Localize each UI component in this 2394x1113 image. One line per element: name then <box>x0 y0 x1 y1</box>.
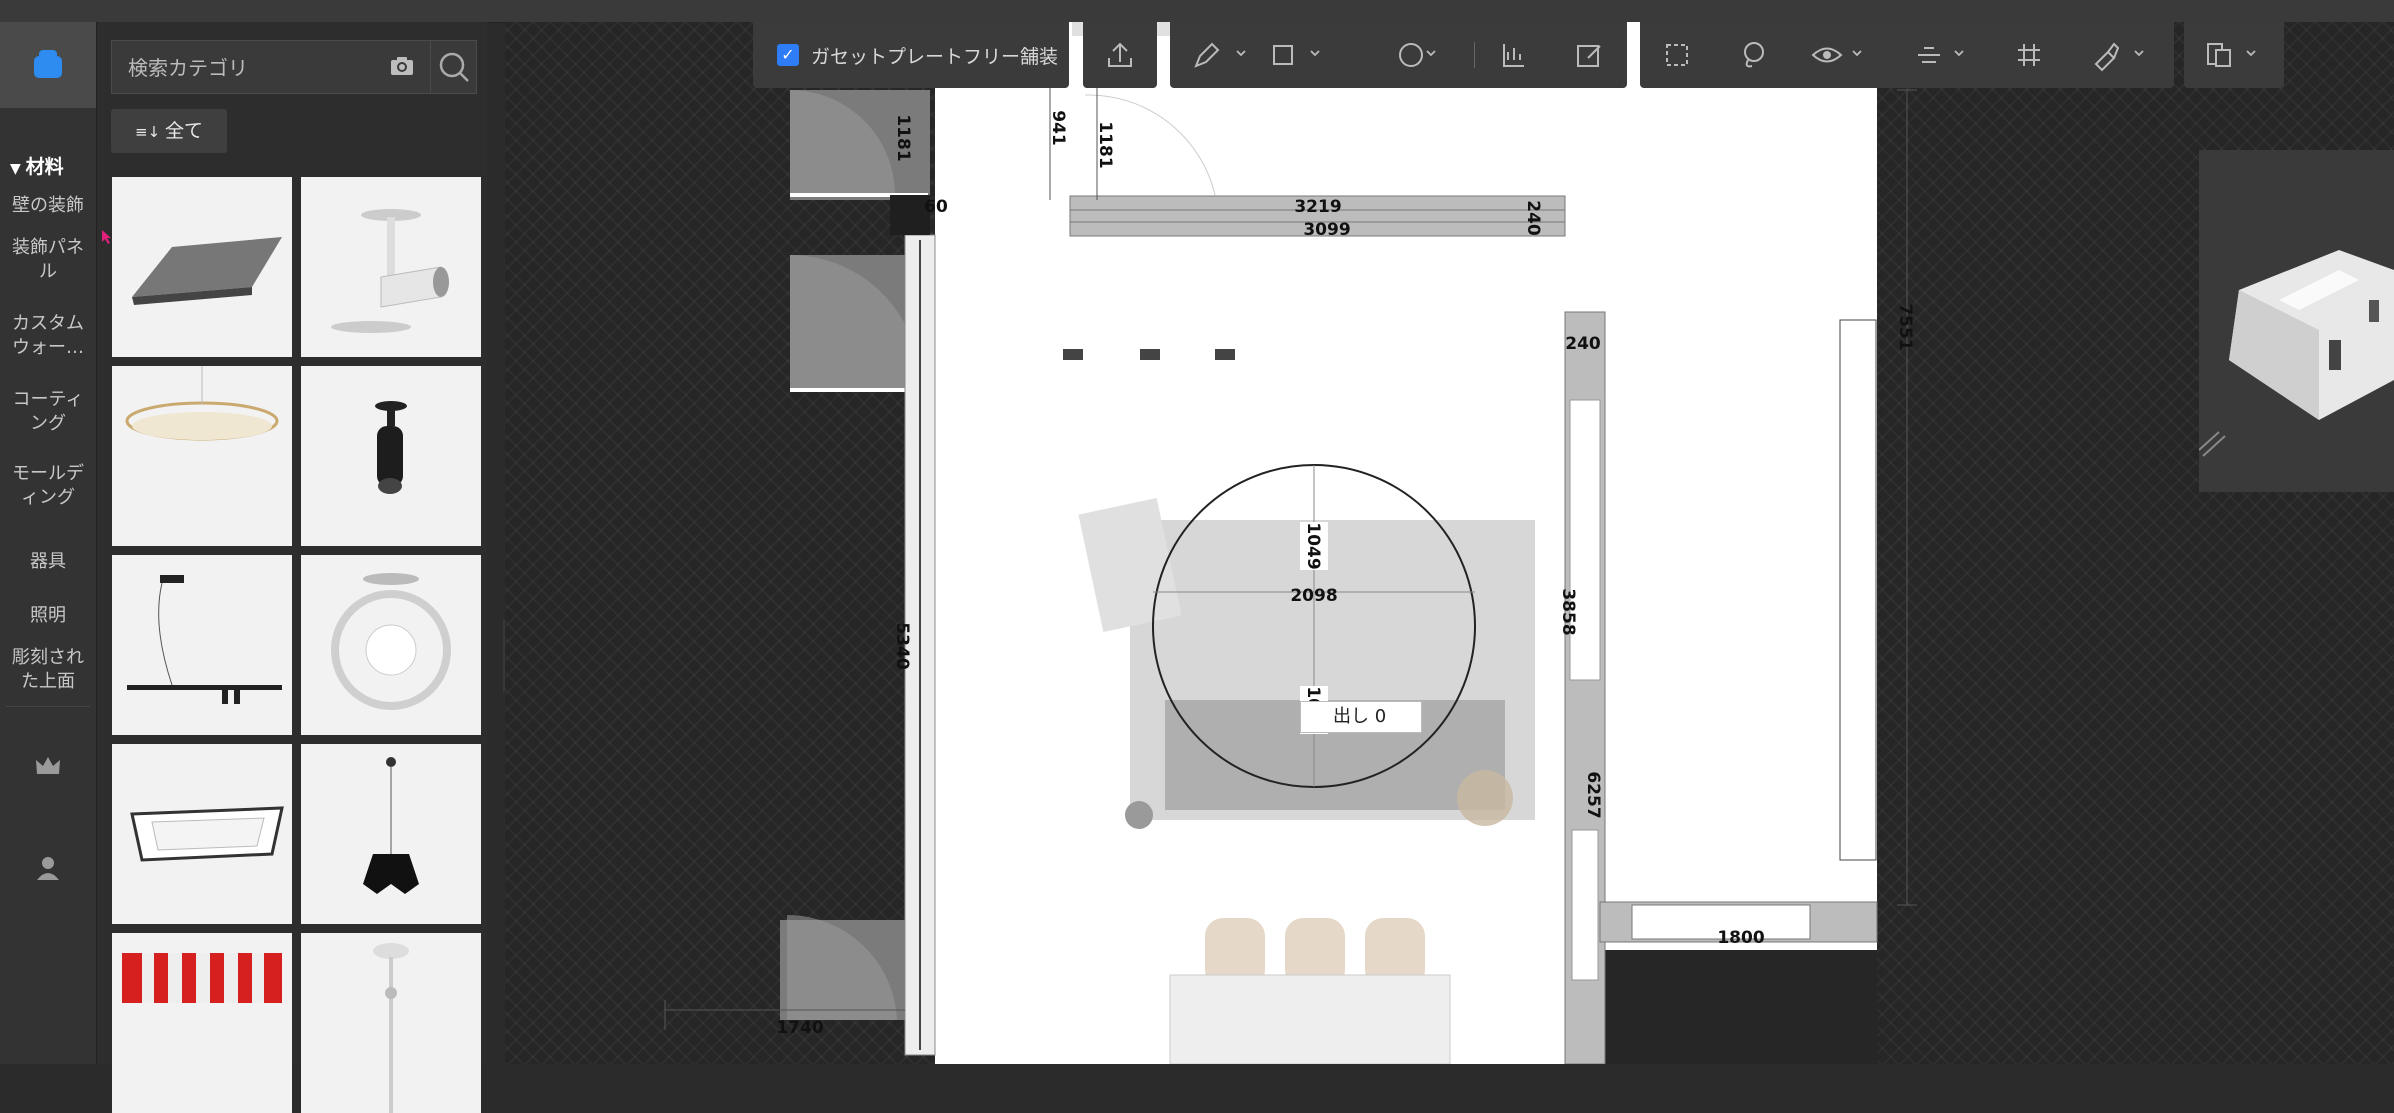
chevron-down-icon[interactable] <box>2134 48 2144 58</box>
upload-toolbar <box>1083 22 1157 88</box>
3d-preview-minimap[interactable] <box>2198 150 2394 492</box>
dim-label: 60 <box>924 197 948 217</box>
gusset-free-label: ガセットプレートフリー舗装 <box>811 46 1059 68</box>
dim-label: 2098 <box>1290 586 1337 606</box>
paving-toolbar: ✓ ガセットプレートフリー舗装 <box>753 22 1069 88</box>
edit-icon[interactable] <box>1572 38 1606 72</box>
3d-model-preview <box>2198 250 2394 457</box>
dim-label: 5340 <box>892 622 912 669</box>
upload-icon[interactable] <box>1103 38 1137 72</box>
gusset-free-checkbox[interactable]: ✓ <box>777 44 799 66</box>
chevron-down-icon[interactable] <box>1310 48 1320 58</box>
dim-label: 3099 <box>1303 220 1350 240</box>
dim-label: 1800 <box>1717 928 1764 948</box>
dim-label: 240 <box>1523 200 1543 236</box>
chevron-down-icon[interactable] <box>1236 48 1246 58</box>
copy-layout-icon[interactable] <box>2202 38 2236 72</box>
offset-input[interactable]: 出し 0 <box>1300 701 1422 733</box>
measure-tool-icon[interactable] <box>1496 38 1530 72</box>
paint-brush-icon[interactable] <box>2088 38 2122 72</box>
dim-label: 7551 <box>1895 303 1915 350</box>
dim-label: 941 <box>1048 110 1068 146</box>
pen-tool-icon[interactable] <box>1190 38 1224 72</box>
circle-tool-icon[interactable] <box>1394 38 1428 72</box>
grid-icon[interactable] <box>2012 38 2046 72</box>
chevron-down-icon[interactable] <box>1852 48 1862 58</box>
chevron-down-icon[interactable] <box>1426 48 1436 58</box>
select-area-icon[interactable] <box>1660 38 1694 72</box>
eye-icon[interactable] <box>1810 38 1844 72</box>
layout-toolbar <box>2184 22 2284 88</box>
align-icon[interactable] <box>1912 38 1946 72</box>
floorplan-drawing: 1181 941 1181 60 3219 3099 240 240 7551 … <box>664 22 1917 1064</box>
dim-label: 1181 <box>1095 121 1115 168</box>
dim-label: 1049 <box>1303 522 1323 569</box>
dim-label: 3858 <box>1558 588 1578 635</box>
dim-label: 6257 <box>1583 771 1603 818</box>
toolbar-divider <box>1474 42 1475 68</box>
dim-label: 3219 <box>1294 197 1341 217</box>
mouse-cursor-icon <box>102 230 111 244</box>
view-toolbar <box>1640 22 2174 88</box>
dim-label: 1181 <box>893 114 913 161</box>
rectangle-tool-icon[interactable] <box>1266 38 1300 72</box>
chevron-down-icon[interactable] <box>2246 48 2256 58</box>
chevron-down-icon[interactable] <box>1954 48 1964 58</box>
lasso-icon[interactable] <box>1736 38 1770 72</box>
dim-label: 1740 <box>776 1018 823 1038</box>
draw-toolbar <box>1170 22 1627 88</box>
dim-label: 240 <box>1565 334 1601 354</box>
